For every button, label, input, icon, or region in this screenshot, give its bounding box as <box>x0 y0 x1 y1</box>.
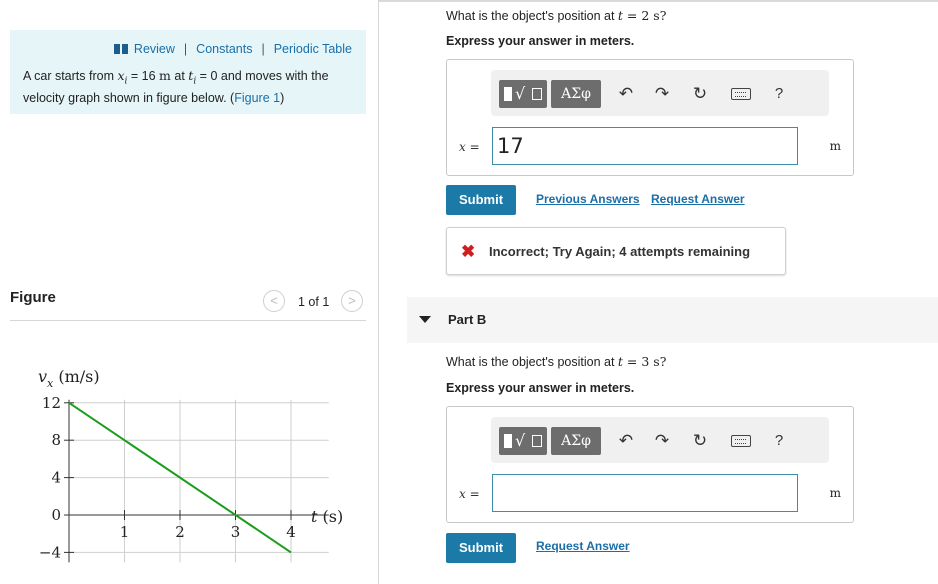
problem-text-part: A car starts from <box>23 69 118 83</box>
box-icon <box>532 88 542 100</box>
x-tick-label: 4 <box>286 523 296 541</box>
part-b-submit-button[interactable]: Submit <box>446 533 516 563</box>
math-toolbar: √ ΑΣφ ↶ ↷ ↻ ? <box>491 417 829 463</box>
y-tick-label: 12 <box>42 394 61 412</box>
constants-link[interactable]: Constants <box>196 42 252 56</box>
unit-label: m <box>829 139 841 153</box>
link-separator: | <box>261 42 265 56</box>
keyboard-icon[interactable] <box>731 88 751 100</box>
velocity-graph: 1 2 3 4−404812vx (m/s)t (s) <box>38 367 343 563</box>
sqrt-icon: √ <box>515 431 526 450</box>
periodic-table-link[interactable]: Periodic Table <box>274 42 352 56</box>
next-figure-button[interactable]: > <box>341 290 363 312</box>
question-prefix: What is the object's position at <box>446 9 618 23</box>
y-tick-label: 8 <box>51 431 61 449</box>
x-tick-label: 1 <box>120 523 130 541</box>
undo-icon[interactable]: ↶ <box>615 431 637 451</box>
redo-icon[interactable]: ↷ <box>651 431 673 451</box>
x-tick-label: 2 <box>175 523 185 541</box>
x-axis-label: t (s) <box>311 507 343 526</box>
help-icon[interactable]: ? <box>768 84 790 104</box>
figure-title: Figure <box>10 289 56 306</box>
review-link[interactable]: Review <box>134 42 175 56</box>
t-value: = 2 s? <box>622 8 667 23</box>
part-b-header[interactable]: Part B <box>407 297 938 343</box>
sqrt-icon: √ <box>515 84 526 103</box>
y-tick-label: 0 <box>51 506 61 524</box>
math-toolbar: √ ΑΣφ ↶ ↷ ↻ ? <box>491 70 829 116</box>
previous-answers-link[interactable]: Previous Answers <box>536 192 640 206</box>
graph-labels: 1 2 3 4−404812vx (m/s)t (s) <box>38 367 343 561</box>
y-tick-label: 4 <box>51 469 61 487</box>
problem-text-part: at <box>170 69 189 83</box>
feedback-text: Incorrect; Try Again; 4 attempts remaini… <box>489 244 751 259</box>
link-separator: | <box>183 42 188 56</box>
collapse-caret-icon[interactable] <box>419 316 431 323</box>
t-value: = 3 s? <box>622 354 667 369</box>
y-tick-label: −4 <box>39 543 61 561</box>
x-tick-label: 3 <box>231 523 241 541</box>
help-icon[interactable]: ? <box>768 431 790 451</box>
reset-icon[interactable]: ↻ <box>689 431 711 451</box>
unit-label: m <box>829 486 841 500</box>
part-a-answer-box: √ ΑΣφ ↶ ↷ ↻ ? x = 17 m <box>446 59 854 176</box>
figure-pager-count: 1 of 1 <box>298 295 330 309</box>
greek-symbols-button[interactable]: ΑΣφ <box>551 80 601 108</box>
xi-symbol: x <box>117 68 125 83</box>
error-icon: ✖ <box>461 242 476 261</box>
part-b-answer-box: √ ΑΣφ ↶ ↷ ↻ ? x = m <box>446 406 854 523</box>
undo-icon[interactable]: ↶ <box>615 84 637 104</box>
part-a-request-answer-link[interactable]: Request Answer <box>651 192 745 206</box>
reset-icon[interactable]: ↻ <box>689 84 711 104</box>
feedback-box: ✖ Incorrect; Try Again; 4 attempts remai… <box>446 227 786 275</box>
templates-button[interactable]: √ <box>499 80 547 108</box>
part-b-question: What is the object's position at t = 3 s… <box>446 354 666 369</box>
answer-label: x = <box>459 487 480 501</box>
problem-text-part: = 16 <box>127 69 160 83</box>
redo-icon[interactable]: ↷ <box>651 84 673 104</box>
prev-figure-button[interactable]: < <box>263 290 285 312</box>
template-block-icon <box>504 434 512 448</box>
greek-symbols-button[interactable]: ΑΣφ <box>551 427 601 455</box>
unit-m: m <box>159 68 171 83</box>
answer-label: x = <box>459 140 480 154</box>
top-divider <box>379 0 938 2</box>
part-a-instruction: Express your answer in meters. <box>446 34 635 48</box>
part-b-title: Part B <box>448 312 487 327</box>
intro-panel: Review | Constants | Periodic Table A ca… <box>10 30 366 114</box>
part-a-answer-input[interactable]: 17 <box>492 127 798 165</box>
resource-links: Review | Constants | Periodic Table <box>113 42 352 56</box>
part-a-submit-button[interactable]: Submit <box>446 185 516 215</box>
part-b-request-answer-link[interactable]: Request Answer <box>536 539 630 553</box>
question-prefix: What is the object's position at <box>446 355 618 369</box>
part-b-answer-input[interactable] <box>492 474 798 512</box>
box-icon <box>532 435 542 447</box>
figure-link[interactable]: Figure 1 <box>234 91 280 105</box>
book-icon <box>113 44 128 54</box>
part-a-question: What is the object's position at t = 2 s… <box>446 8 666 23</box>
problem-text-part: ) <box>280 90 285 105</box>
y-axis-label: vx (m/s) <box>38 367 100 390</box>
templates-button[interactable]: √ <box>499 427 547 455</box>
template-block-icon <box>504 87 512 101</box>
part-b-instruction: Express your answer in meters. <box>446 381 635 395</box>
figure-header: Figure < 1 of 1 > <box>10 287 366 321</box>
keyboard-icon[interactable] <box>731 435 751 447</box>
problem-statement: A car starts from xi = 16 m at ti = 0 an… <box>23 68 363 106</box>
